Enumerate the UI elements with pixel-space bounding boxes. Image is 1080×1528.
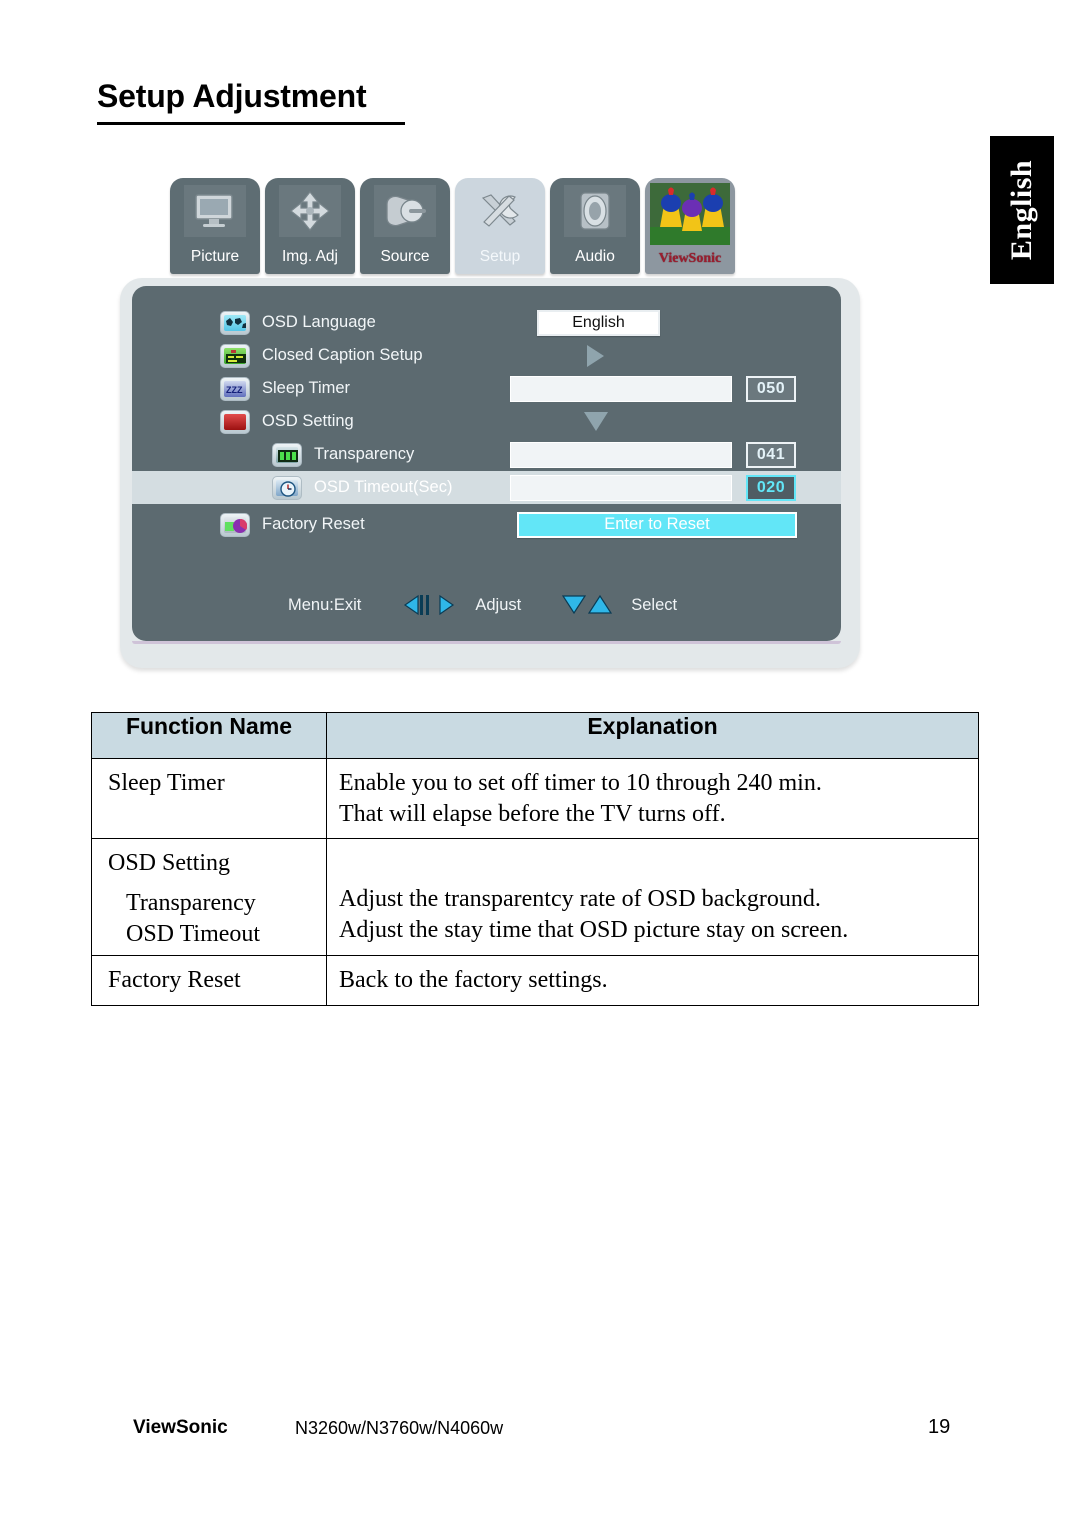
function-name-text: Factory Reset (108, 966, 241, 993)
hint-select: Select (631, 595, 678, 614)
function-name-text: Sleep Timer (108, 770, 225, 796)
footer-page-number: 19 (928, 1416, 951, 1438)
table-cell-function: Sleep Timer (91, 757, 327, 840)
monitor-icon (184, 185, 246, 237)
language-side-tab: English (990, 136, 1054, 284)
osd-row-sleep-timer[interactable]: ZZZ Sleep Timer 050 (132, 372, 841, 405)
explanation-line: Back to the factory settings. (339, 966, 608, 993)
osd-row-transparency-label: Transparency (314, 445, 415, 463)
left-right-arrows-icon (403, 591, 455, 619)
osd-tab-picture[interactable]: Picture (170, 178, 260, 274)
osd-row-osd-setting[interactable]: OSD Setting (132, 405, 841, 438)
table-row: OSD Setting Transparency OSD Timeout Adj… (91, 838, 979, 956)
osd-tab-audio-label: Audio (575, 248, 615, 265)
hint-adjust: Adjust (475, 595, 522, 614)
table-row: Sleep Timer Enable you to set off timer … (91, 757, 979, 840)
title-underline (97, 122, 405, 125)
clock-icon (272, 475, 302, 500)
osd-row-transparency[interactable]: Transparency 041 (132, 438, 841, 471)
table-header-row: Function Name Explanation (91, 712, 979, 759)
four-arrows-icon (279, 185, 341, 237)
osd-tab-picture-label: Picture (190, 248, 240, 265)
osd-row-osd-timeout-label: OSD Timeout(Sec) (314, 478, 453, 496)
osd-row-sleep-timer-label: Sleep Timer (262, 379, 351, 397)
osd-tab-setup[interactable]: Setup (455, 178, 545, 274)
osd-hint-bar: Menu:Exit Adjust Select (132, 591, 841, 619)
sleep-timer-value: 050 (746, 375, 796, 402)
enter-to-reset-button[interactable]: Enter to Reset (517, 511, 797, 538)
language-side-tab-label: English (1005, 159, 1038, 261)
explanation-line: That will elapse before the TV turns off… (339, 800, 726, 827)
osd-timeout-value: 020 (746, 474, 796, 501)
osd-row-closed-caption-setup[interactable]: Closed Caption Setup (132, 339, 841, 372)
osd-screenshot: Picture Img. Adj Source Setup Audio View… (120, 178, 860, 678)
table-header-function-name: Function Name (91, 712, 327, 759)
osd-tab-source[interactable]: Source (360, 178, 450, 274)
sleep-timer-slider[interactable] (510, 375, 732, 402)
up-down-arrows-icon (561, 591, 613, 619)
osd-row-closed-caption-setup-label: Closed Caption Setup (262, 346, 423, 364)
osd-panel-frame: OSD Language English Closed Caption Setu… (120, 278, 860, 668)
osd-row-osd-setting-label: OSD Setting (262, 412, 354, 430)
globe-icon (220, 310, 250, 335)
hint-menu-exit: Menu:Exit (288, 595, 362, 614)
closed-caption-icon (220, 343, 250, 368)
osd-row-osd-language[interactable]: OSD Language English (132, 306, 841, 339)
osd-tab-bar: Picture Img. Adj Source Setup Audio View… (170, 178, 810, 282)
osd-row-factory-reset-label: Factory Reset (262, 515, 365, 533)
footer-brand: ViewSonic (133, 1417, 228, 1438)
plug-icon (374, 185, 436, 237)
function-explanation-table: Function Name Explanation Sleep Timer En… (91, 712, 979, 1006)
chevron-down-icon[interactable] (584, 412, 608, 431)
svg-text:ZZZ: ZZZ (226, 385, 243, 395)
grid-icon (272, 442, 302, 467)
osd-language-value[interactable]: English (537, 309, 660, 336)
table-cell-explanation: Back to the factory settings. (326, 954, 979, 1006)
osd-tab-setup-label: Setup (479, 248, 521, 265)
table-cell-explanation: Adjust the transparentcy rate of OSD bac… (326, 838, 979, 956)
function-sub-name-text: OSD Timeout (126, 920, 261, 947)
osd-tab-img-adj-label: Img. Adj (282, 248, 338, 265)
footer-model-numbers: N3260w/N3760w/N4060w (295, 1418, 504, 1438)
transparency-slider[interactable] (510, 441, 732, 468)
viewsonic-birds-logo-icon (650, 183, 730, 245)
osd-tab-source-label: Source (380, 248, 430, 265)
osd-row-factory-reset[interactable]: Factory Reset Enter to Reset (132, 508, 841, 541)
red-square-icon (220, 409, 250, 434)
function-sub-name-text: Transparency (126, 890, 256, 917)
transparency-value: 041 (746, 441, 796, 468)
explanation-line: Adjust the transparentcy rate of OSD bac… (339, 886, 821, 913)
table-cell-explanation: Enable you to set off timer to 10 throug… (326, 757, 979, 840)
explanation-line: Enable you to set off timer to 10 throug… (339, 770, 822, 796)
table-cell-function: OSD Setting Transparency OSD Timeout (91, 838, 327, 956)
chevron-right-icon[interactable] (587, 344, 604, 367)
zzz-icon: ZZZ (220, 376, 250, 401)
reset-icon (220, 512, 250, 537)
osd-panel-body: OSD Language English Closed Caption Setu… (132, 286, 841, 644)
osd-tab-audio[interactable]: Audio (550, 178, 640, 274)
function-name-text: OSD Setting (108, 850, 231, 877)
osd-option-list: OSD Language English Closed Caption Setu… (132, 306, 841, 541)
explanation-line: Adjust the stay time that OSD picture st… (339, 917, 849, 944)
table-cell-function: Factory Reset (91, 954, 327, 1006)
speaker-icon (564, 185, 626, 237)
osd-row-osd-timeout[interactable]: OSD Timeout(Sec) 020 (132, 471, 841, 504)
table-row: Factory Reset Back to the factory settin… (91, 954, 979, 1006)
table-header-explanation: Explanation (326, 712, 979, 759)
osd-tab-viewsonic[interactable]: ViewSonic (645, 178, 735, 274)
osd-tab-img-adj[interactable]: Img. Adj (265, 178, 355, 274)
osd-timeout-slider[interactable] (510, 474, 732, 501)
page-title: Setup Adjustment (97, 78, 367, 114)
osd-row-osd-language-label: OSD Language (262, 313, 376, 331)
wrench-icon (469, 185, 531, 237)
osd-tab-viewsonic-label: ViewSonic (658, 251, 722, 266)
